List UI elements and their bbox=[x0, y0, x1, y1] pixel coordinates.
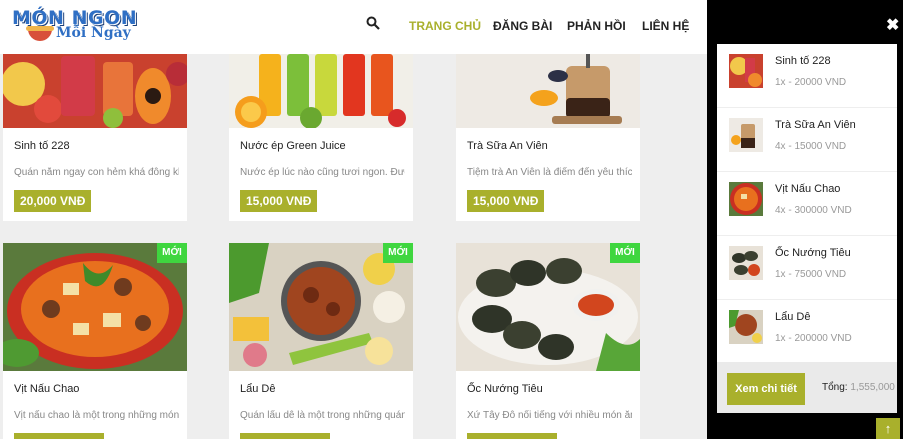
cart-item-name: Vịt Nấu Chao bbox=[775, 183, 841, 195]
cart-item-name: Trà Sữa An Viên bbox=[775, 119, 856, 131]
close-icon[interactable]: ✖ bbox=[886, 15, 899, 35]
product-title[interactable]: Lẩu Dê bbox=[240, 383, 275, 395]
product-description: Nước ép lúc nào cũng tươi ngon. Được làm bbox=[240, 167, 405, 178]
logo-bowl-icon bbox=[26, 26, 54, 41]
price-badge: 15,000 VNĐ bbox=[467, 190, 545, 212]
product-description: Vịt nấu chao là một trong những món ăn bbox=[14, 410, 179, 421]
cart-item-thumbnail bbox=[729, 54, 763, 88]
product-title[interactable]: Ốc Nướng Tiêu bbox=[467, 383, 543, 395]
price-badge bbox=[14, 433, 104, 439]
cart-item-quantity: 1x - 20000 VND bbox=[775, 77, 847, 88]
cart-item-thumbnail bbox=[729, 118, 763, 152]
search-icon[interactable] bbox=[366, 16, 380, 30]
product-card[interactable]: MỚI Lẩu Dê Quán lẩu dê là một trong nhữn… bbox=[229, 243, 413, 439]
new-badge: MỚI bbox=[610, 243, 640, 263]
cart-panel: Sinh tố 228 1x - 20000 VND Trà Sữa An Vi… bbox=[717, 44, 897, 413]
nav-home[interactable]: TRANG CHỦ bbox=[409, 19, 481, 33]
product-card[interactable]: MỚI Vịt Nấu Chao Vịt nấu chao là một tro… bbox=[3, 243, 187, 439]
cart-item-quantity: 4x - 15000 VND bbox=[775, 141, 847, 152]
product-title[interactable]: Nước ép Green Juice bbox=[240, 140, 346, 152]
cart-item-quantity: 1x - 75000 VND bbox=[775, 269, 847, 280]
cart-item[interactable]: Ốc Nướng Tiêu 1x - 75000 VND bbox=[717, 236, 897, 300]
product-image bbox=[3, 54, 187, 128]
product-description: Quán nằm ngay con hẻm khá đông khách bbox=[14, 167, 179, 178]
cart-item-thumbnail bbox=[729, 246, 763, 280]
price-badge: 20,000 VNĐ bbox=[14, 190, 92, 212]
view-details-button[interactable]: Xem chi tiết bbox=[727, 373, 805, 405]
product-card[interactable]: Trà Sữa An Viên Tiệm trà An Viên là điểm… bbox=[456, 54, 640, 221]
cart-item[interactable]: Trà Sữa An Viên 4x - 15000 VND bbox=[717, 108, 897, 172]
product-image bbox=[229, 54, 413, 128]
site-header: MÓN NGON Mỗi Ngày TRANG CHỦ ĐĂNG BÀI PHẢ… bbox=[0, 0, 707, 54]
new-badge: MỚI bbox=[157, 243, 187, 263]
nav-contact[interactable]: LIÊN HỆ bbox=[642, 19, 689, 33]
cart-item[interactable]: Vịt Nấu Chao 4x - 300000 VND bbox=[717, 172, 897, 236]
nav-post[interactable]: ĐĂNG BÀI bbox=[493, 19, 552, 33]
cart-item-quantity: 4x - 300000 VND bbox=[775, 205, 852, 216]
product-title[interactable]: Vịt Nấu Chao bbox=[14, 383, 79, 395]
nav-feedback[interactable]: PHẢN HỒI bbox=[567, 19, 626, 33]
product-description: Quán lẩu dê là một trong những quán ăn bbox=[240, 410, 405, 421]
cart-total-label: Tổng: bbox=[822, 382, 848, 393]
cart-item-name: Lẩu Dê bbox=[775, 311, 811, 323]
price-badge bbox=[467, 433, 557, 439]
cart-total-value: 1,555,000 bbox=[850, 382, 895, 393]
cart-item-thumbnail bbox=[729, 310, 763, 344]
product-image bbox=[456, 54, 640, 128]
cart-footer: Xem chi tiết Tổng: 1,555,000 bbox=[717, 362, 897, 413]
product-title[interactable]: Sinh tố 228 bbox=[14, 140, 70, 152]
cart-item-thumbnail bbox=[729, 182, 763, 216]
product-card[interactable]: Sinh tố 228 Quán nằm ngay con hẻm khá đô… bbox=[3, 54, 187, 221]
site-logo[interactable]: MÓN NGON Mỗi Ngày bbox=[10, 7, 140, 47]
product-description: Xứ Tây Đô nổi tiếng với nhiều món ăn ngo… bbox=[467, 410, 632, 421]
logo-subtitle: Mỗi Ngày bbox=[56, 25, 131, 41]
product-card[interactable]: Nước ép Green Juice Nước ép lúc nào cũng… bbox=[229, 54, 413, 221]
new-badge: MỚI bbox=[383, 243, 413, 263]
cart-item[interactable]: Lẩu Dê 1x - 200000 VND bbox=[717, 300, 897, 364]
arrow-up-icon[interactable]: ↑ bbox=[876, 418, 900, 439]
cart-item-name: Ốc Nướng Tiêu bbox=[775, 247, 851, 259]
product-description: Tiệm trà An Viên là điểm đến yêu thích bbox=[467, 167, 632, 178]
product-title[interactable]: Trà Sữa An Viên bbox=[467, 140, 548, 152]
product-card[interactable]: MỚI Ốc Nướng Tiêu Xứ Tây Đô nổi tiếng vớ… bbox=[456, 243, 640, 439]
cart-item-quantity: 1x - 200000 VND bbox=[775, 333, 852, 344]
price-badge: 15,000 VNĐ bbox=[240, 190, 318, 212]
cart-total: Tổng: 1,555,000 bbox=[822, 382, 895, 393]
cart-item-name: Sinh tố 228 bbox=[775, 55, 831, 67]
cart-item[interactable]: Sinh tố 228 1x - 20000 VND bbox=[717, 44, 897, 108]
price-badge bbox=[240, 433, 330, 439]
